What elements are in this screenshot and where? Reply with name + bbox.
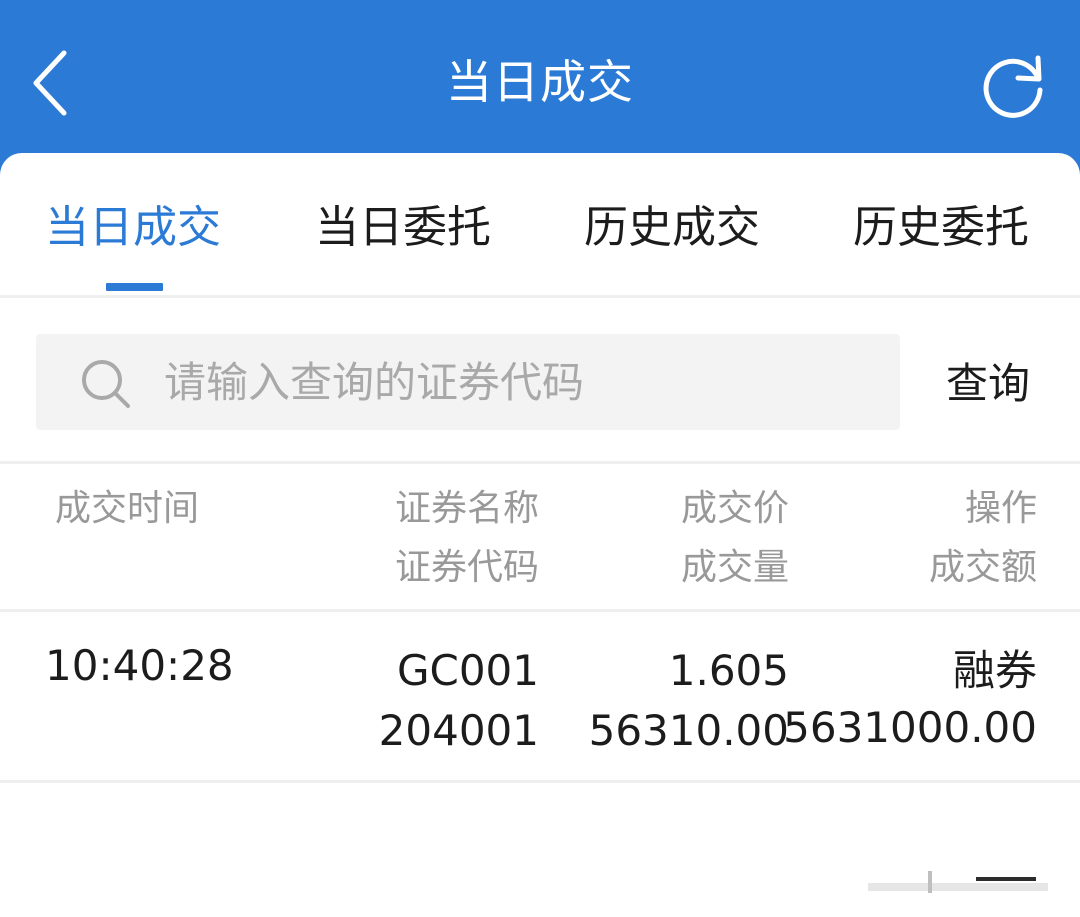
refresh-button[interactable]: [978, 50, 1050, 122]
operation-type: 融券: [952, 646, 1037, 695]
tab-today-trades[interactable]: 当日成交: [45, 198, 221, 258]
content-card: 当日成交 当日委托 历史成交 历史委托 查询 成交时间 证券名称 证券代码 成交…: [0, 153, 1080, 917]
header-operation: 操作: [964, 488, 1037, 529]
security-code-search-input[interactable]: [164, 334, 884, 430]
active-tab-indicator: [106, 283, 163, 291]
page-title: 当日成交: [446, 55, 634, 109]
header-trade-amount: 成交额: [928, 547, 1037, 588]
refresh-icon: [983, 55, 1043, 118]
trade-amount: 5631000.00: [783, 703, 1037, 752]
divider: [0, 461, 1080, 464]
list-scroll-indicator-icon: [868, 871, 1048, 893]
tab-history-orders[interactable]: 历史委托: [853, 198, 1029, 258]
search-box: [36, 334, 900, 430]
tab-bar: 当日成交 当日委托 历史成交 历史委托: [0, 153, 1080, 298]
security-code: 204001: [378, 706, 539, 755]
security-name: GC001: [396, 646, 539, 695]
query-button[interactable]: 查询: [946, 356, 1030, 412]
divider: [0, 780, 1080, 783]
header-trade-price: 成交价: [680, 488, 789, 529]
tab-today-orders[interactable]: 当日委托: [315, 198, 491, 258]
header-trade-time: 成交时间: [55, 488, 200, 529]
tab-history-trades[interactable]: 历史成交: [584, 198, 760, 258]
trade-volume: 56310.00: [588, 706, 789, 755]
header-trade-volume: 成交量: [680, 547, 789, 588]
app-header: 当日成交: [0, 0, 1080, 170]
header-security-code: 证券代码: [394, 547, 539, 588]
header-security-name: 证券名称: [394, 488, 539, 529]
trade-price: 1.605: [668, 646, 789, 695]
trade-time: 10:40:28: [45, 641, 234, 690]
search-icon: [82, 360, 130, 408]
divider: [0, 609, 1080, 612]
